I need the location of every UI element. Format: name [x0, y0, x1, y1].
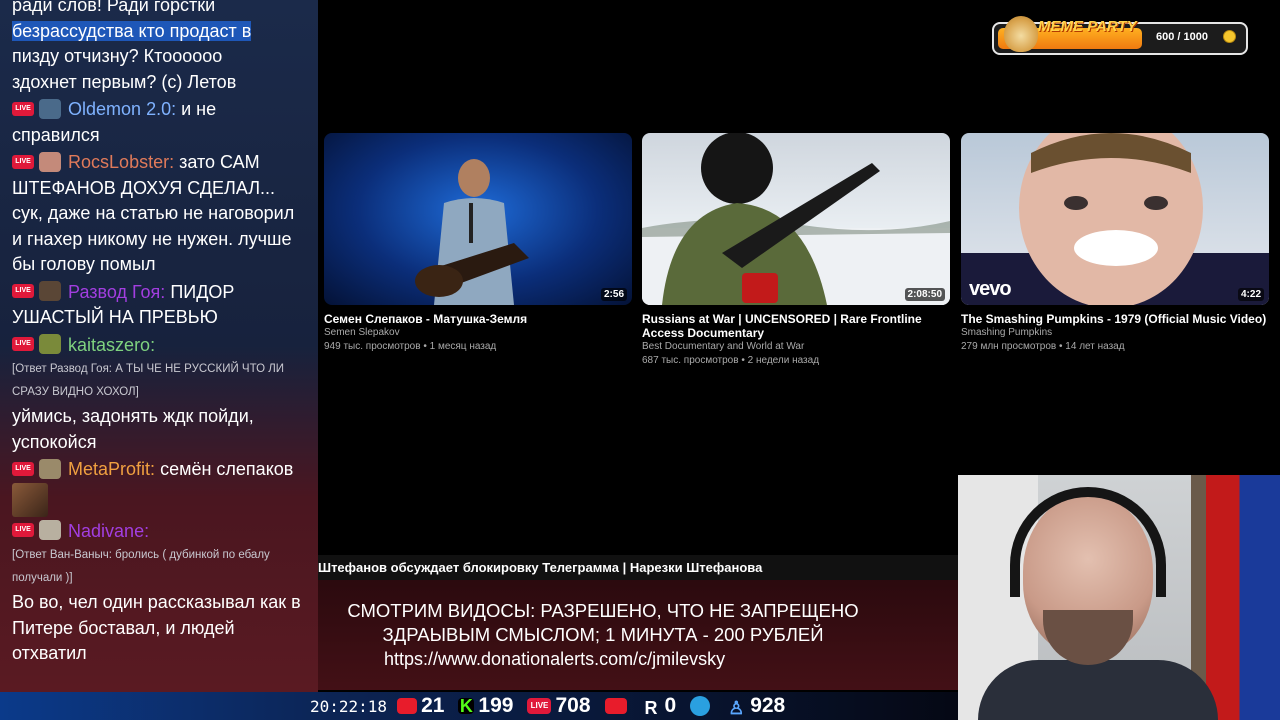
live-badge: LIVE — [12, 461, 34, 476]
soldier-silhouette-icon — [642, 133, 950, 305]
coin-icon — [1223, 30, 1236, 43]
video-channel[interactable]: Best Documentary and World at War — [642, 340, 950, 354]
vk-live-icon: LIVE — [527, 698, 552, 714]
rutube-stat — [604, 698, 631, 714]
vevo-logo: vevo — [969, 278, 1012, 300]
kick-stat: K 199 — [458, 694, 513, 718]
rumble-count: 0 — [664, 694, 677, 717]
video-thumbnail[interactable]: vevo 4:22 — [961, 133, 1269, 305]
user-avatar — [39, 151, 62, 172]
user-avatar — [39, 458, 62, 479]
kick-count: 199 — [478, 694, 514, 717]
chat-text: ради слов! Ради горстки — [0, 0, 318, 19]
doge-icon — [1004, 16, 1038, 52]
chat-line: пизду отчизну? Ктоооооо — [12, 46, 223, 66]
video-meta: 949 тыс. просмотров • 1 месяц назад — [324, 341, 497, 352]
video-meta: 279 млн просмотров • 14 лет назад — [961, 341, 1125, 352]
chat-line: здохнет первым? (с) Летов — [12, 71, 237, 92]
rutube-icon — [604, 698, 627, 714]
user-avatar — [39, 334, 62, 355]
widget-title: MEME PARTY — [1038, 18, 1137, 35]
viewers-count: 928 — [750, 694, 786, 717]
webcam-feed — [958, 475, 1280, 720]
chat-message-text: семён слепаков — [160, 459, 294, 479]
chat-panel: ради слов! Ради горстки безрассудства кт… — [0, 0, 318, 692]
stream-stats: 20:22:18 21 K 199 LIVE 708 R 0 ♙ 928 — [310, 692, 793, 720]
chat-message-text: уймись, задонять ждк пойди, успокойся — [12, 406, 254, 452]
chat-reply-quote: [Ответ Развод Гоя: А ТЫ ЧЕ НЕ РУССКИЙ ЧТ… — [12, 363, 285, 398]
rumble-icon: R — [644, 698, 658, 718]
chat-message: LIVE Oldemon 2.0: и не справился — [0, 95, 318, 148]
video-meta: 687 тыс. просмотров • 2 недели назад — [642, 355, 820, 366]
meme-party-widget: MEME PARTY 600 / 1000 — [992, 16, 1248, 55]
telegram-stat — [690, 696, 714, 716]
chat-reply-quote: [Ответ Ван-Ваныч: бролись ( дубинкой по … — [12, 549, 270, 584]
video-duration: 2:56 — [600, 288, 627, 301]
viewers-icon: ♙ — [728, 698, 745, 718]
chat-message: LIVE Развод Гоя: ПИДОР УШАСТЫЙ НА ПРЕВЬЮ — [0, 278, 318, 331]
user-avatar — [39, 281, 62, 302]
chat-line-highlight: безрассудства кто продаст в — [12, 20, 252, 41]
widget-counter: 600 / 1000 — [1156, 31, 1208, 43]
youtube-icon — [397, 698, 418, 714]
clock: 20:22:18 — [310, 696, 388, 716]
user-avatar — [39, 98, 62, 119]
vk-stat: LIVE 708 — [527, 694, 591, 718]
video-card[interactable]: vevo 4:22 The Smashing Pumpkins - 1979 (… — [961, 133, 1269, 354]
chat-username[interactable]: kaitaszero: — [68, 335, 155, 355]
streamer-beard — [1043, 610, 1133, 665]
chat-text: безрассудства кто продаст в — [0, 19, 318, 45]
chat-username[interactable]: Oldemon 2.0: — [68, 99, 176, 119]
video-title[interactable]: Russians at War | UNCENSORED | Rare Fron… — [642, 312, 950, 340]
live-badge: LIVE — [12, 523, 34, 538]
video-channel[interactable]: Semen Slepakov — [324, 326, 632, 340]
live-badge: LIVE — [12, 154, 34, 169]
performer-silhouette-icon — [415, 159, 529, 305]
video-card[interactable]: 2:08:50 Russians at War | UNCENSORED | R… — [642, 133, 950, 368]
live-badge: LIVE — [12, 101, 34, 116]
background-flag — [1206, 475, 1280, 720]
video-title[interactable]: Семен Слепаков - Матушка-Земля — [324, 312, 632, 326]
chat-message: LIVE RocsLobster: зато САМ ШТЕФАНОВ ДОХУ… — [0, 148, 318, 278]
chat-username[interactable]: Nadivane: — [68, 521, 149, 541]
chat-emote — [12, 482, 48, 517]
chat-message: LIVE MetaProfit: семён слепаков — [0, 455, 318, 517]
video-thumbnail[interactable]: 2:56 — [324, 133, 632, 305]
live-badge: LIVE — [12, 284, 34, 299]
rules-text: СМОТРИМ ВИДОСЫ: РАЗРЕШЕНО, ЧТО НЕ ЗАПРЕЩ… — [318, 599, 888, 647]
video-channel[interactable]: Smashing Pumpkins — [961, 326, 1269, 340]
video-duration: 4:22 — [1237, 288, 1264, 301]
ticker-text: Штефанов обсуждает блокировку Телеграмма… — [318, 560, 763, 575]
chat-message: LIVE Nadivane: [Ответ Ван-Ваныч: бролись… — [0, 517, 318, 667]
video-thumbnail[interactable]: 2:08:50 — [642, 133, 950, 305]
video-title[interactable]: The Smashing Pumpkins - 1979 (Official M… — [961, 312, 1269, 326]
kick-icon: K — [458, 696, 475, 716]
video-card[interactable]: 2:56 Семен Слепаков - Матушка-Земля Seme… — [324, 133, 632, 354]
rules-line: ЗДРАЫВЫМ СМЫСЛОМ; 1 МИНУТА - 200 РУБЛЕЙ — [382, 624, 824, 645]
rules-line: СМОТРИМ ВИДОСЫ: РАЗРЕШЕНО, ЧТО НЕ ЗАПРЕЩ… — [347, 600, 859, 621]
user-avatar — [39, 520, 62, 541]
chat-line: ради слов! Ради горстки — [12, 0, 216, 15]
vk-count: 708 — [555, 694, 591, 717]
chat-message: LIVE kaitaszero: [Ответ Развод Гоя: А ТЫ… — [0, 331, 318, 456]
youtube-stat: 21 — [397, 694, 444, 718]
chat-message-text: Во во, чел один рассказывал как в Питере… — [12, 592, 301, 663]
donation-link[interactable]: https://www.donationalerts.com/c/jmilevs… — [384, 647, 725, 671]
chat-username[interactable]: RocsLobster: — [68, 152, 174, 172]
chat-username[interactable]: MetaProfit: — [68, 459, 155, 479]
live-badge: LIVE — [12, 337, 34, 352]
viewers-stat: ♙ 928 — [728, 694, 785, 718]
video-title-ticker: Штефанов обсуждает блокировку Телеграмма… — [318, 555, 958, 580]
streamer-body — [978, 660, 1218, 720]
chat-text: здохнет первым? (с) Летов — [0, 70, 318, 96]
youtube-count: 21 — [421, 694, 445, 717]
video-duration: 2:08:50 — [904, 288, 945, 301]
rumble-stat: R 0 — [645, 694, 677, 718]
chat-username[interactable]: Развод Гоя: — [68, 282, 165, 302]
chat-text: пизду отчизну? Ктоооооо — [0, 44, 318, 70]
telegram-icon — [690, 696, 711, 716]
